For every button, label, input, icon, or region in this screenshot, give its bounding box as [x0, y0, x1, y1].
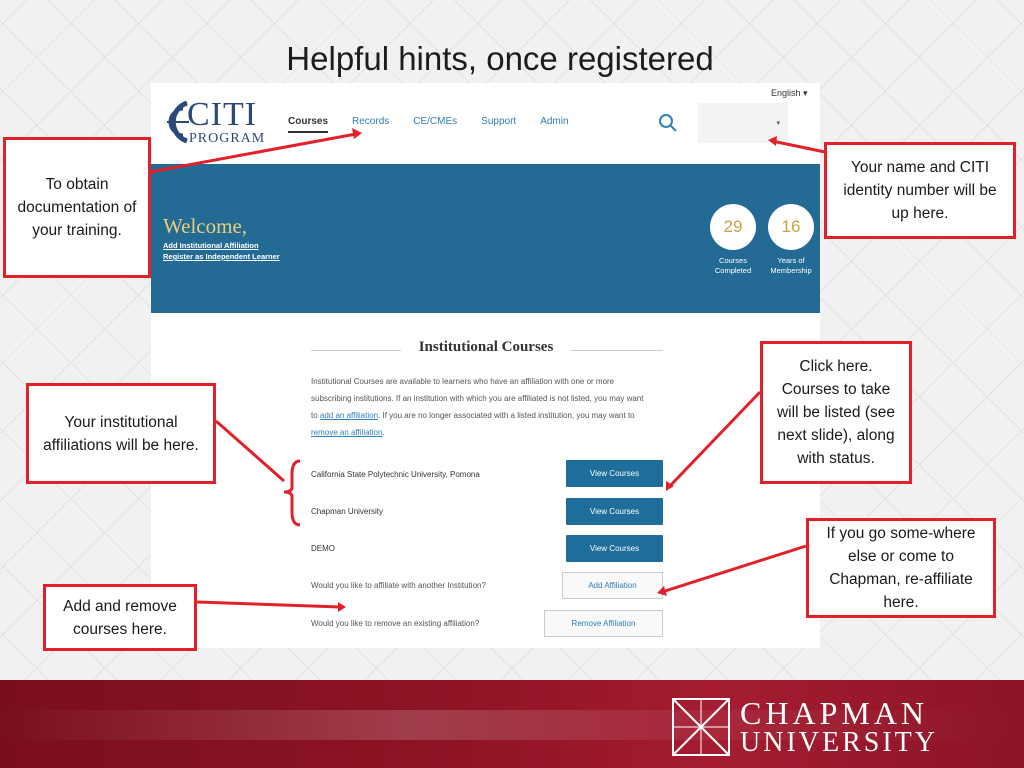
arrow-head	[338, 602, 346, 612]
arrow-records	[149, 132, 357, 174]
chapman-crest-icon	[672, 698, 730, 756]
university-wordmark: UNIVERSITY	[740, 727, 938, 758]
callout-click-here: Click here. Courses to take will be list…	[760, 341, 912, 484]
arrow-head	[768, 136, 777, 146]
callout-documentation: To obtain documentation of your training…	[3, 137, 151, 278]
arrow-add-remove	[196, 600, 341, 609]
chapman-wordmark: CHAPMAN	[740, 695, 929, 731]
callout-add-remove: Add and remove courses here.	[43, 584, 197, 651]
callout-affiliations: Your institutional affiliations will be …	[26, 383, 216, 484]
arrow-identity	[771, 139, 826, 154]
arrow-head	[352, 128, 362, 139]
arrow-view-courses	[666, 390, 762, 490]
arrow-head	[657, 586, 667, 596]
affiliations-bracket	[283, 459, 301, 527]
callout-identity: Your name and CITI identity number will …	[824, 142, 1016, 239]
callout-reaffiliate: If you go some-where else or come to Cha…	[806, 518, 996, 618]
arrow-affiliations	[215, 419, 285, 483]
arrow-add-affiliation	[661, 544, 807, 594]
